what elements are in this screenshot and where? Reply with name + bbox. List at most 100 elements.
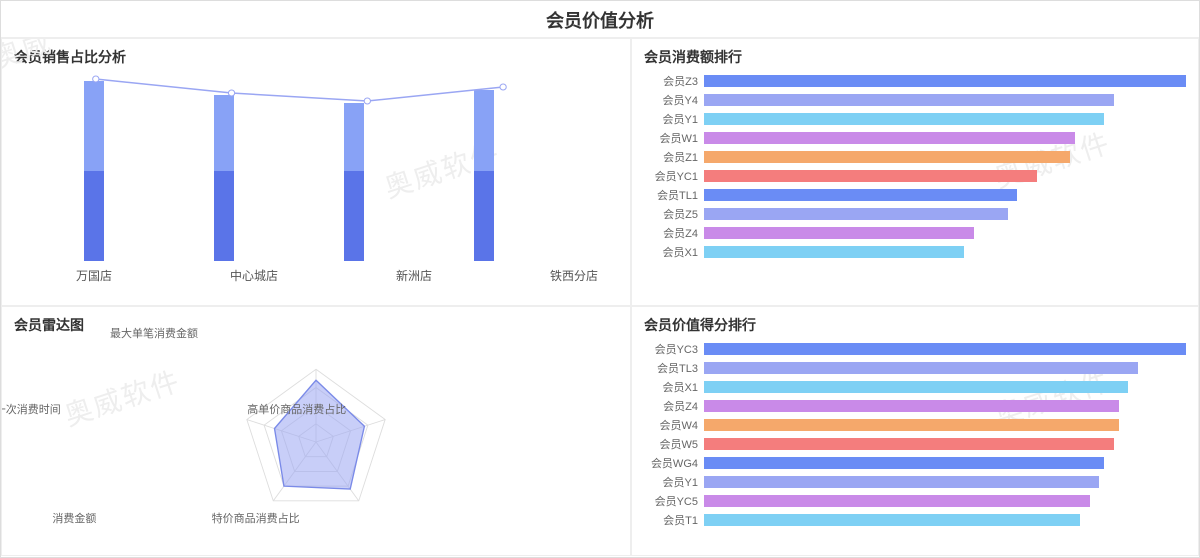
hbar-fill bbox=[704, 381, 1128, 393]
hbar-track bbox=[704, 400, 1186, 412]
hbar-track bbox=[704, 208, 1186, 220]
hbar-track bbox=[704, 343, 1186, 355]
hbar-track bbox=[704, 113, 1186, 125]
hbar-row[interactable]: 会员TL3 bbox=[644, 360, 1186, 376]
hbar-track bbox=[704, 94, 1186, 106]
hbar-track bbox=[704, 457, 1186, 469]
hbar-row[interactable]: 会员Y1 bbox=[644, 474, 1186, 490]
panel-sales-ratio: 奥威软件 奥威 会员销售占比分析 万国店中心城店新洲店铁西分店 bbox=[1, 38, 631, 306]
hbar-label: 会员Z1 bbox=[644, 149, 704, 165]
radar-axis-label: 特价商品消费占比 bbox=[212, 510, 300, 526]
hbar-row[interactable]: 会员Z3 bbox=[644, 73, 1186, 89]
panel-title-sales: 会员销售占比分析 bbox=[14, 47, 618, 67]
hbar-row[interactable]: 会员T1 bbox=[644, 512, 1186, 528]
bar-segment-lower bbox=[214, 171, 234, 261]
hbar-fill bbox=[704, 151, 1070, 163]
spend-rank-chart[interactable]: 会员Z3 会员Y4 会员Y1 会员W1 会员Z1 会员YC1 会员TL1 会员Z5 会员Z4 会员… bbox=[644, 73, 1186, 260]
hbar-row[interactable]: 会员YC5 bbox=[644, 493, 1186, 509]
hbar-label: 会员Y1 bbox=[644, 111, 704, 127]
hbar-row[interactable]: 会员W5 bbox=[644, 436, 1186, 452]
hbar-fill bbox=[704, 419, 1119, 431]
hbar-fill bbox=[704, 495, 1090, 507]
panel-title-radar: 会员雷达图 bbox=[14, 315, 618, 335]
page-title: 会员价值分析 bbox=[1, 1, 1199, 38]
panel-title-spend: 会员消费额排行 bbox=[644, 47, 1186, 67]
bar-column[interactable] bbox=[84, 81, 104, 261]
hbar-track bbox=[704, 189, 1186, 201]
hbar-fill bbox=[704, 400, 1119, 412]
panel-radar: 奥威软件 会员雷达图 最大单笔消费金额高单价商品消费占比特价商品消费占比消费金额… bbox=[1, 306, 631, 556]
hbar-row[interactable]: 会员WG4 bbox=[644, 455, 1186, 471]
hbar-fill bbox=[704, 132, 1075, 144]
bar-column[interactable] bbox=[344, 103, 364, 261]
hbar-track bbox=[704, 438, 1186, 450]
hbar-label: 会员Y4 bbox=[644, 92, 704, 108]
hbar-fill bbox=[704, 113, 1104, 125]
hbar-track bbox=[704, 227, 1186, 239]
hbar-label: 会员Z4 bbox=[644, 225, 704, 241]
hbar-label: 会员TL1 bbox=[644, 187, 704, 203]
hbar-label: 会员Z3 bbox=[644, 73, 704, 89]
value-rank-chart[interactable]: 会员YC3 会员TL3 会员X1 会员Z4 会员W4 会员W5 会员WG4 会员Y1 会员YC5… bbox=[644, 341, 1186, 528]
hbar-fill bbox=[704, 457, 1104, 469]
hbar-label: 会员YC3 bbox=[644, 341, 704, 357]
hbar-track bbox=[704, 75, 1186, 87]
hbar-track bbox=[704, 495, 1186, 507]
hbar-row[interactable]: 会员W4 bbox=[644, 417, 1186, 433]
hbar-row[interactable]: 会员TL1 bbox=[644, 187, 1186, 203]
hbar-row[interactable]: 会员X1 bbox=[644, 379, 1186, 395]
hbar-row[interactable]: 会员Y4 bbox=[644, 92, 1186, 108]
hbar-label: 会员W1 bbox=[644, 130, 704, 146]
bar-segment-upper bbox=[84, 81, 104, 171]
hbar-row[interactable]: 会员W1 bbox=[644, 130, 1186, 146]
bar-segment-upper bbox=[344, 103, 364, 171]
radar-axis-label: 最大单笔消费金额 bbox=[110, 325, 198, 341]
hbar-fill bbox=[704, 170, 1037, 182]
hbar-fill bbox=[704, 227, 974, 239]
hbar-fill bbox=[704, 343, 1186, 355]
bar-label: 铁西分店 bbox=[549, 267, 599, 284]
hbar-row[interactable]: 会员YC3 bbox=[644, 341, 1186, 357]
hbar-row[interactable]: 会员YC1 bbox=[644, 168, 1186, 184]
hbar-label: 会员TL3 bbox=[644, 360, 704, 376]
bar-column[interactable] bbox=[214, 95, 234, 261]
hbar-fill bbox=[704, 246, 964, 258]
bar-column[interactable] bbox=[474, 90, 494, 261]
radar-axis-label: 高单价商品消费占比 bbox=[247, 401, 346, 417]
bar-label: 中心城店 bbox=[229, 267, 279, 284]
radar-axis-label: 消费金额 bbox=[52, 510, 96, 526]
hbar-label: 会员WG4 bbox=[644, 455, 704, 471]
bar-label: 万国店 bbox=[69, 267, 119, 284]
hbar-row[interactable]: 会员Z4 bbox=[644, 225, 1186, 241]
hbar-label: 会员Z4 bbox=[644, 398, 704, 414]
panel-spend-rank: 奥威软件 会员消费额排行 会员Z3会员Y4会员Y1会员W1会员Z1会员YC1会员… bbox=[631, 38, 1199, 306]
radar-chart[interactable]: 最大单笔消费金额高单价商品消费占比特价商品消费占比消费金额最近一次消费时间 bbox=[14, 339, 618, 544]
hbar-row[interactable]: 会员Y1 bbox=[644, 111, 1186, 127]
bar-label: 新洲店 bbox=[389, 267, 439, 284]
panel-grid: 奥威软件 奥威 会员销售占比分析 万国店中心城店新洲店铁西分店 奥威软件 会员消… bbox=[1, 38, 1199, 557]
hbar-row[interactable]: 会员Z4 bbox=[644, 398, 1186, 414]
hbar-label: 会员W4 bbox=[644, 417, 704, 433]
hbar-fill bbox=[704, 362, 1138, 374]
hbar-fill bbox=[704, 514, 1080, 526]
hbar-row[interactable]: 会员Z5 bbox=[644, 206, 1186, 222]
bar-segment-lower bbox=[84, 171, 104, 261]
hbar-fill bbox=[704, 75, 1186, 87]
sales-ratio-chart[interactable]: 万国店 中心城店 新洲店 铁西分店 bbox=[54, 71, 618, 291]
hbar-label: 会员T1 bbox=[644, 512, 704, 528]
hbar-track bbox=[704, 362, 1186, 374]
bar-segment-lower bbox=[344, 171, 364, 261]
hbar-label: 会员X1 bbox=[644, 244, 704, 260]
hbar-fill bbox=[704, 476, 1099, 488]
hbar-row[interactable]: 会员X1 bbox=[644, 244, 1186, 260]
bar-segment-upper bbox=[474, 90, 494, 171]
hbar-label: 会员YC5 bbox=[644, 493, 704, 509]
hbar-row[interactable]: 会员Z1 bbox=[644, 149, 1186, 165]
hbar-label: 会员Z5 bbox=[644, 206, 704, 222]
dashboard: 会员价值分析 奥威软件 奥威 会员销售占比分析 万国店中心城店新洲店铁西分店 奥… bbox=[0, 0, 1200, 558]
hbar-track bbox=[704, 419, 1186, 431]
radar-axis-label: 最近一次消费时间 bbox=[1, 401, 61, 417]
hbar-label: 会员YC1 bbox=[644, 168, 704, 184]
bar-segment-lower bbox=[474, 171, 494, 261]
hbar-label: 会员W5 bbox=[644, 436, 704, 452]
